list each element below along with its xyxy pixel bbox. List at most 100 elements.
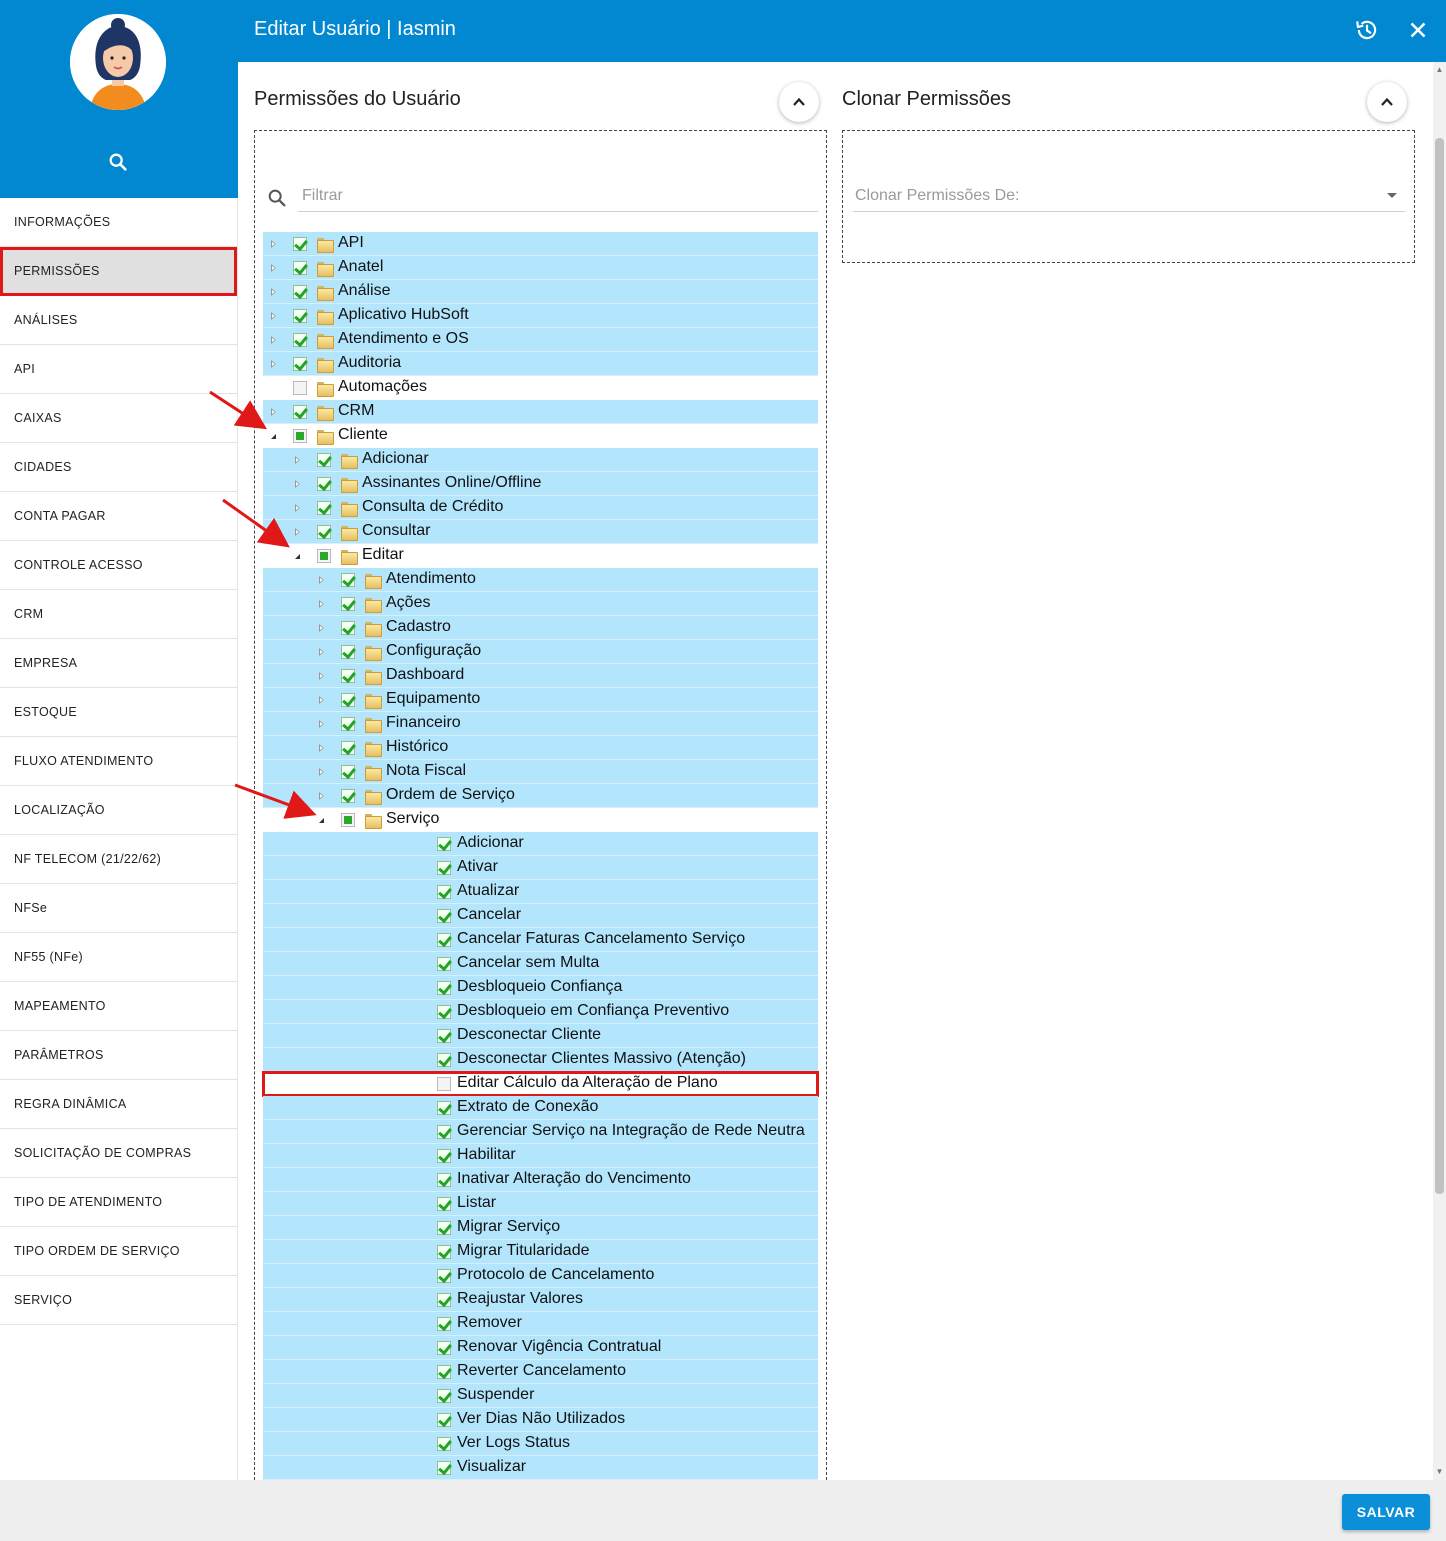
permission-checkbox[interactable]: [341, 669, 355, 683]
tree-node[interactable]: Desconectar Cliente: [263, 1024, 818, 1048]
permission-checkbox[interactable]: [437, 1053, 451, 1067]
sidebar-item[interactable]: REGRA DINÂMICA: [0, 1080, 237, 1129]
permissions-collapse-button[interactable]: [779, 82, 819, 122]
sidebar-item[interactable]: LOCALIZAÇÃO: [0, 786, 237, 835]
expand-arrow-icon[interactable]: [271, 312, 276, 320]
expand-arrow-icon[interactable]: [319, 600, 324, 608]
search-icon[interactable]: [107, 151, 129, 173]
tree-node[interactable]: Cancelar sem Multa: [263, 952, 818, 976]
tree-node[interactable]: Adicionar: [263, 448, 818, 472]
expand-arrow-icon[interactable]: [319, 768, 324, 776]
tree-node[interactable]: Editar: [263, 544, 818, 568]
permission-checkbox[interactable]: [437, 1341, 451, 1355]
expand-arrow-icon[interactable]: [319, 696, 324, 704]
permission-checkbox[interactable]: [437, 1269, 451, 1283]
permission-checkbox[interactable]: [293, 285, 307, 299]
collapse-arrow-icon[interactable]: [319, 818, 324, 823]
expand-arrow-icon[interactable]: [271, 288, 276, 296]
permission-checkbox[interactable]: [437, 1293, 451, 1307]
tree-node[interactable]: Atualizar: [263, 880, 818, 904]
sidebar-item[interactable]: PERMISSÕES: [0, 247, 237, 296]
tree-node[interactable]: Equipamento: [263, 688, 818, 712]
permission-checkbox[interactable]: [293, 429, 307, 443]
tree-node[interactable]: Desconectar Clientes Massivo (Atenção): [263, 1048, 818, 1072]
tree-node[interactable]: Ver Logs Status: [263, 1432, 818, 1456]
tree-node[interactable]: Financeiro: [263, 712, 818, 736]
permission-checkbox[interactable]: [341, 717, 355, 731]
sidebar-item[interactable]: TIPO DE ATENDIMENTO: [0, 1178, 237, 1227]
tree-node[interactable]: Cadastro: [263, 616, 818, 640]
tree-node[interactable]: Ordem de Serviço: [263, 784, 818, 808]
tree-node[interactable]: Análise: [263, 280, 818, 304]
permission-checkbox[interactable]: [437, 885, 451, 899]
sidebar-item[interactable]: CONTROLE ACESSO: [0, 541, 237, 590]
tree-node[interactable]: Aplicativo HubSoft: [263, 304, 818, 328]
expand-arrow-icon[interactable]: [319, 792, 324, 800]
tree-node[interactable]: Histórico: [263, 736, 818, 760]
sidebar-item[interactable]: EMPRESA: [0, 639, 237, 688]
scroll-up-arrow-icon[interactable]: ▲: [1435, 65, 1444, 74]
sidebar-item[interactable]: NF TELECOM (21/22/62): [0, 835, 237, 884]
tree-node[interactable]: Dashboard: [263, 664, 818, 688]
permission-checkbox[interactable]: [341, 573, 355, 587]
permission-checkbox[interactable]: [437, 1317, 451, 1331]
permission-checkbox[interactable]: [341, 789, 355, 803]
sidebar-item[interactable]: API: [0, 345, 237, 394]
permission-checkbox[interactable]: [437, 1365, 451, 1379]
permission-checkbox[interactable]: [317, 501, 331, 515]
tree-node[interactable]: Configuração: [263, 640, 818, 664]
tree-node[interactable]: CRM: [263, 400, 818, 424]
tree-node[interactable]: Atendimento e OS: [263, 328, 818, 352]
tree-node[interactable]: Auditoria: [263, 352, 818, 376]
permission-checkbox[interactable]: [437, 1149, 451, 1163]
collapse-arrow-icon[interactable]: [271, 434, 276, 439]
permission-checkbox[interactable]: [437, 1005, 451, 1019]
sidebar-item[interactable]: NF55 (NFe): [0, 933, 237, 982]
tree-node[interactable]: Remover: [263, 1312, 818, 1336]
expand-arrow-icon[interactable]: [295, 528, 300, 536]
tree-node[interactable]: Migrar Titularidade: [263, 1240, 818, 1264]
tree-node[interactable]: Anatel: [263, 256, 818, 280]
expand-arrow-icon[interactable]: [319, 672, 324, 680]
user-avatar[interactable]: [70, 14, 166, 110]
sidebar-item[interactable]: FLUXO ATENDIMENTO: [0, 737, 237, 786]
clone-permissions-select[interactable]: Clonar Permissões De:: [853, 180, 1405, 212]
permission-checkbox[interactable]: [293, 237, 307, 251]
permission-checkbox[interactable]: [437, 1077, 451, 1091]
tree-node[interactable]: Renovar Vigência Contratual: [263, 1336, 818, 1360]
permission-checkbox[interactable]: [317, 525, 331, 539]
permission-checkbox[interactable]: [341, 813, 355, 827]
permission-checkbox[interactable]: [341, 597, 355, 611]
tree-node[interactable]: Migrar Serviço: [263, 1216, 818, 1240]
tree-node[interactable]: Habilitar: [263, 1144, 818, 1168]
permission-checkbox[interactable]: [437, 1245, 451, 1259]
collapse-arrow-icon[interactable]: [295, 554, 300, 559]
expand-arrow-icon[interactable]: [319, 744, 324, 752]
permission-checkbox[interactable]: [437, 909, 451, 923]
tree-node[interactable]: Editar Cálculo da Alteração de Plano: [262, 1071, 819, 1097]
tree-node[interactable]: Reajustar Valores: [263, 1288, 818, 1312]
permission-checkbox[interactable]: [437, 837, 451, 851]
expand-arrow-icon[interactable]: [271, 336, 276, 344]
sidebar-item[interactable]: PARÂMETROS: [0, 1031, 237, 1080]
expand-arrow-icon[interactable]: [271, 408, 276, 416]
sidebar-item[interactable]: CONTA PAGAR: [0, 492, 237, 541]
permission-checkbox[interactable]: [437, 1197, 451, 1211]
tree-node[interactable]: Ativar: [263, 856, 818, 880]
sidebar-item[interactable]: CRM: [0, 590, 237, 639]
tree-node[interactable]: Consultar: [263, 520, 818, 544]
tree-node[interactable]: Reverter Cancelamento: [263, 1360, 818, 1384]
expand-arrow-icon[interactable]: [271, 360, 276, 368]
expand-arrow-icon[interactable]: [271, 240, 276, 248]
tree-node[interactable]: Protocolo de Cancelamento: [263, 1264, 818, 1288]
permission-checkbox[interactable]: [341, 645, 355, 659]
permission-checkbox[interactable]: [437, 1389, 451, 1403]
sidebar-item[interactable]: SERVIÇO: [0, 1276, 237, 1325]
sidebar-item[interactable]: TIPO ORDEM DE SERVIÇO: [0, 1227, 237, 1276]
permission-checkbox[interactable]: [341, 741, 355, 755]
permission-checkbox[interactable]: [437, 1173, 451, 1187]
sidebar-item[interactable]: SOLICITAÇÃO DE COMPRAS: [0, 1129, 237, 1178]
permission-checkbox[interactable]: [293, 261, 307, 275]
content-scrollbar[interactable]: ▲ ▼: [1433, 62, 1446, 1480]
permission-checkbox[interactable]: [437, 981, 451, 995]
